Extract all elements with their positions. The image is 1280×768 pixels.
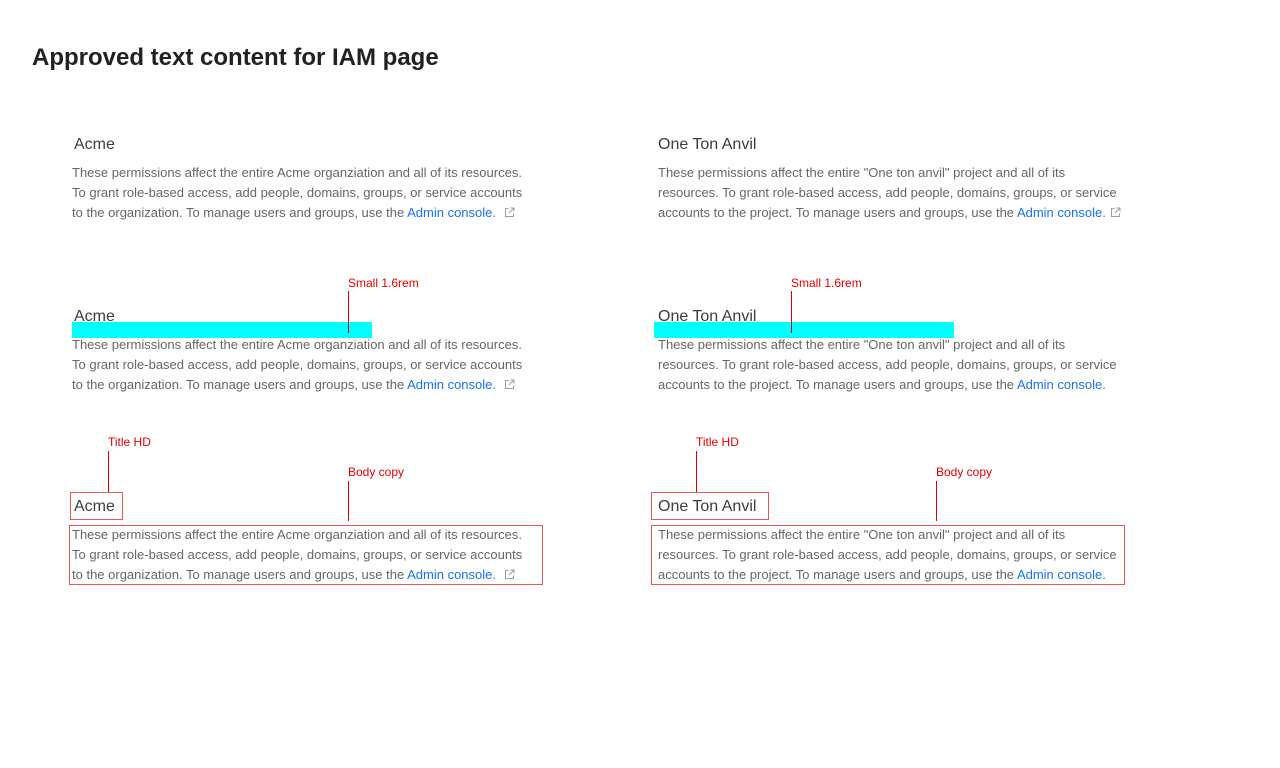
anvil-title: One Ton Anvil — [658, 136, 757, 153]
body-annotation-box — [69, 525, 543, 585]
admin-console-link[interactable]: Admin console. — [1017, 205, 1106, 220]
annotation-leader-line — [348, 291, 349, 333]
spacing-highlight — [654, 322, 954, 338]
body-line: accounts to the project. To manage users… — [658, 375, 1168, 395]
annotation-leader-line — [791, 291, 792, 333]
acme-body-copy: These permissions affect the entire Acme… — [72, 335, 542, 396]
spacing-highlight — [72, 322, 372, 338]
body-line: to the organization. To manage users and… — [72, 203, 542, 224]
body-copy-annotation-label: Body copy — [936, 465, 993, 479]
external-link-icon[interactable] — [504, 376, 515, 396]
acme-body-copy: These permissions affect the entire Acme… — [72, 163, 542, 224]
external-link-icon[interactable] — [1110, 204, 1121, 224]
acme-title: Acme — [74, 136, 115, 153]
small-size-annotation-label: Small 1.6rem — [348, 276, 419, 290]
anvil-body-copy: These permissions affect the entire "One… — [658, 163, 1168, 224]
body-line-text: to the organization. To manage users and… — [72, 205, 408, 220]
annotation-leader-line — [348, 481, 349, 521]
admin-console-link[interactable]: Admin console. — [407, 205, 496, 220]
admin-console-link[interactable]: Admin console. — [407, 377, 496, 392]
admin-console-link[interactable]: Admin console. — [1017, 377, 1106, 392]
small-size-annotation-label: Small 1.6rem — [791, 276, 862, 290]
body-line: These permissions affect the entire "One… — [658, 165, 1066, 180]
title-hd-annotation-label: Title HD — [696, 435, 739, 449]
title-annotation-box — [70, 492, 123, 520]
page-title: Approved text content for IAM page — [32, 44, 439, 71]
body-line: These permissions affect the entire Acme… — [72, 165, 522, 180]
body-annotation-box — [651, 525, 1125, 585]
body-line-text: accounts to the project. To manage users… — [658, 205, 1017, 220]
annotation-leader-line — [936, 481, 937, 521]
body-line: To grant role-based access, add people, … — [72, 185, 523, 200]
body-line: to the organization. To manage users and… — [72, 375, 542, 396]
anvil-body-copy: These permissions affect the entire "One… — [658, 335, 1168, 395]
annotation-leader-line — [696, 451, 697, 492]
body-line-text: to the organization. To manage users and… — [72, 377, 408, 392]
body-line: resources. To grant role-based access, a… — [658, 357, 1117, 372]
body-copy-annotation-label: Body copy — [348, 465, 405, 479]
body-line-text: accounts to the project. To manage users… — [658, 377, 1017, 392]
title-hd-annotation-label: Title HD — [108, 435, 151, 449]
external-link-icon[interactable] — [504, 204, 515, 224]
body-line: These permissions affect the entire Acme… — [72, 337, 522, 352]
title-annotation-box — [651, 492, 769, 520]
body-line: These permissions affect the entire "One… — [658, 337, 1066, 352]
annotation-leader-line — [108, 451, 109, 492]
body-line: To grant role-based access, add people, … — [72, 357, 523, 372]
body-line: resources. To grant role-based access, a… — [658, 185, 1117, 200]
body-line: accounts to the project. To manage users… — [658, 203, 1168, 224]
